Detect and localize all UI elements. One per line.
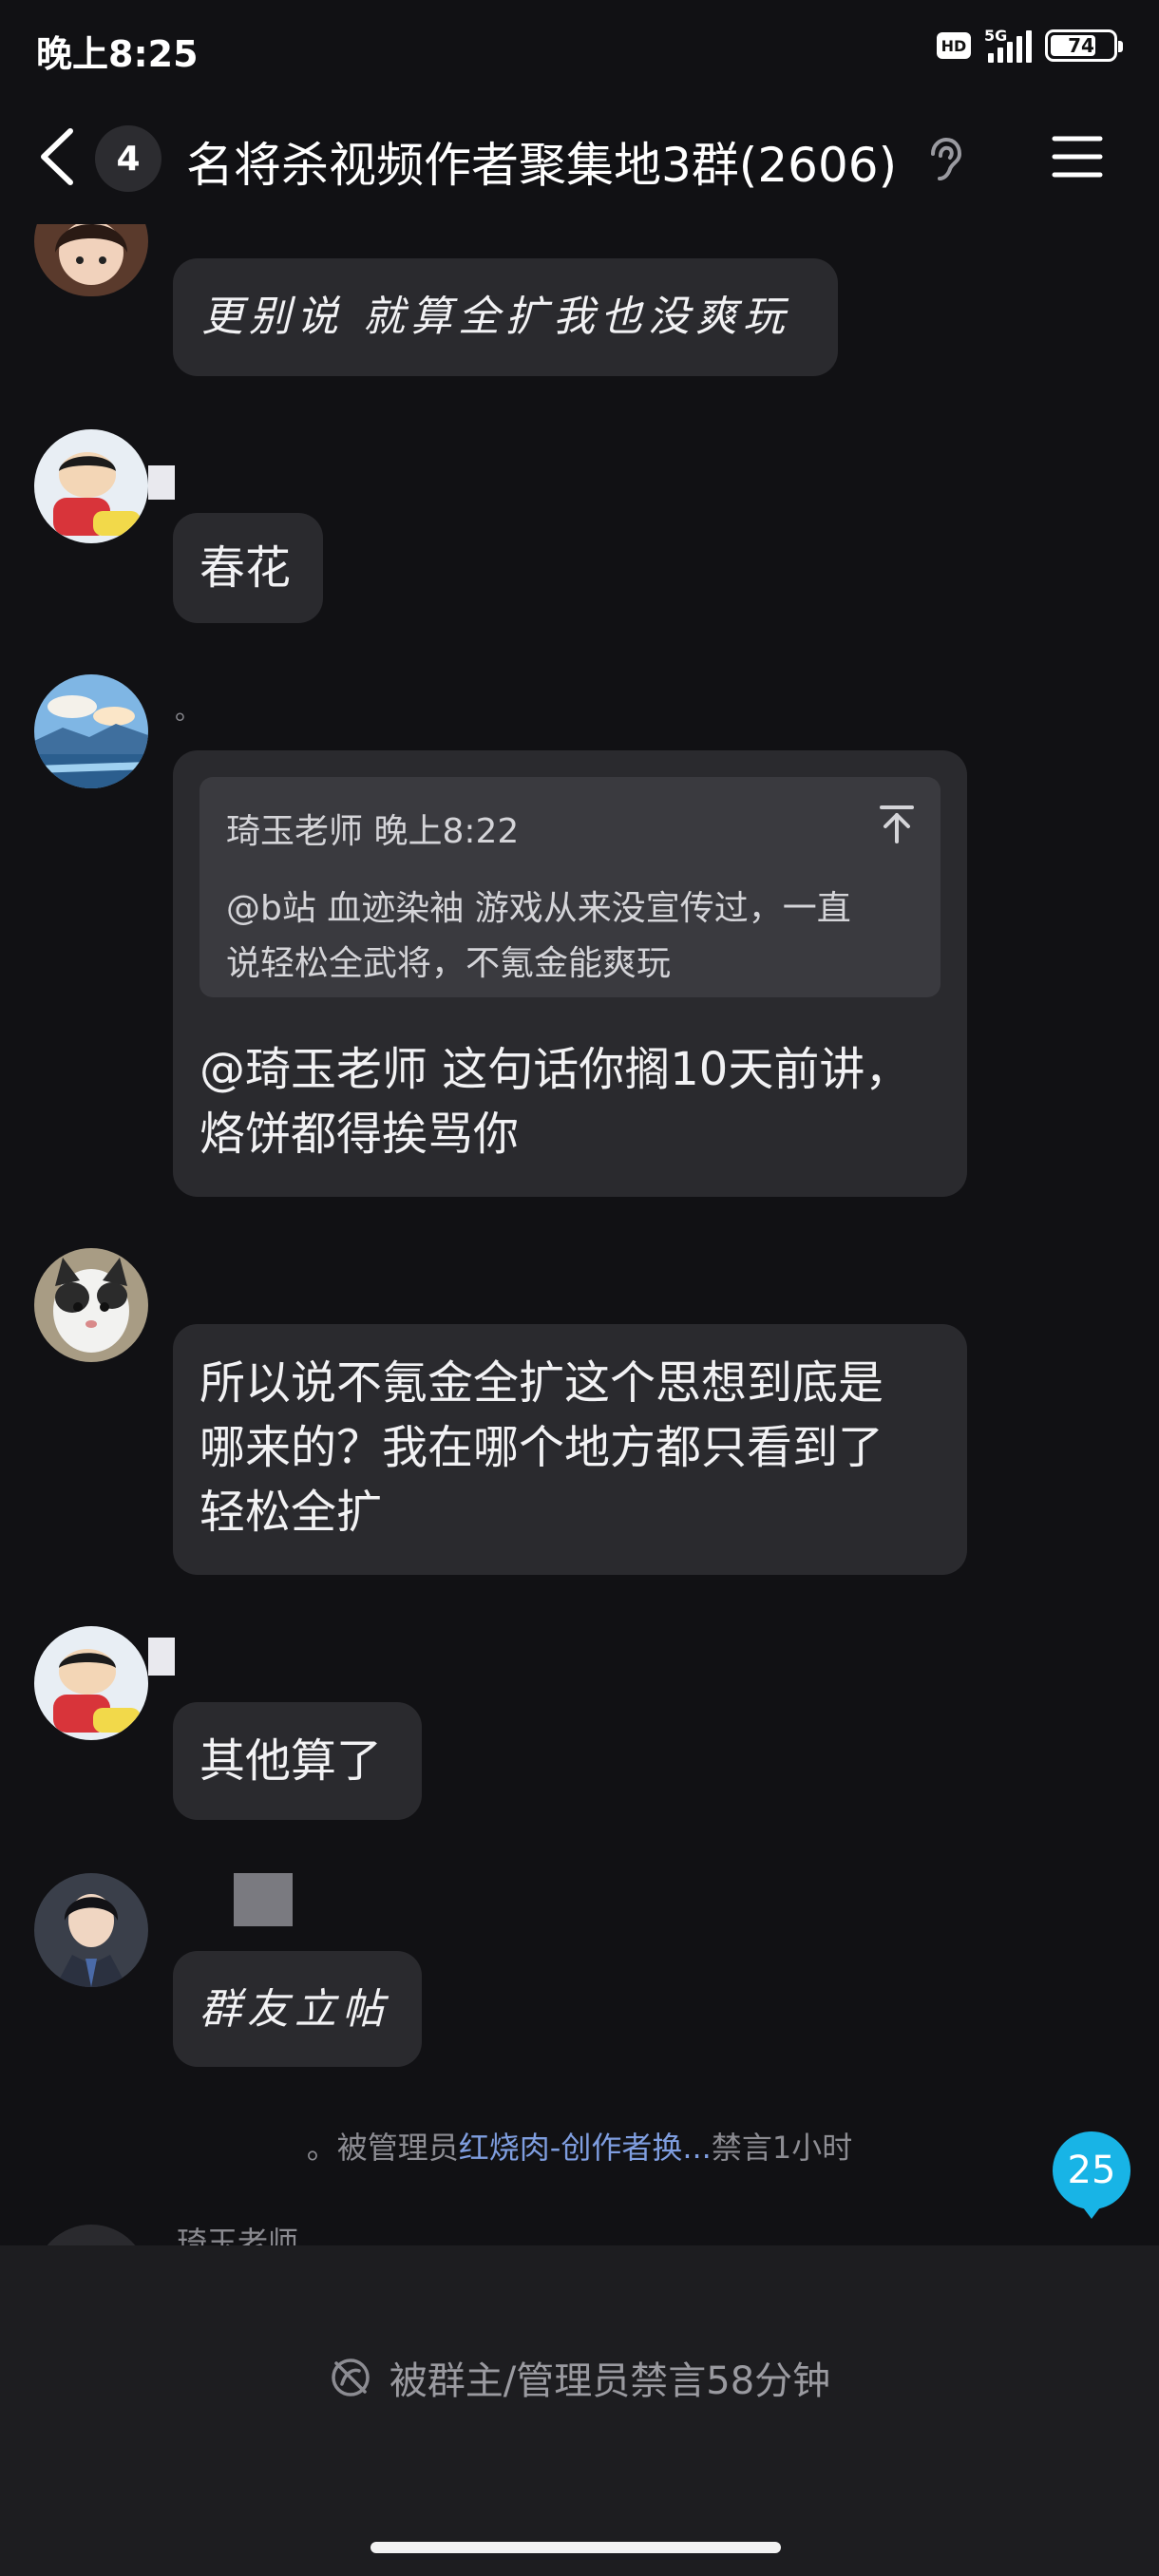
hearing-ear-icon[interactable]: [925, 137, 963, 182]
quote-line: 说轻松全武将，不氪金能爽玩: [226, 944, 672, 983]
message-line: 哪来的？我在哪个地方都只看到了: [200, 1421, 884, 1474]
message-text: 群友立帖: [200, 1985, 390, 2034]
avatar-anime-man[interactable]: [34, 1873, 148, 1987]
signal-bar: [1016, 36, 1022, 63]
status-time: 晚上8:25: [36, 33, 199, 75]
quote-line: @b站 血迹染袖 游戏从来没宣传过，一直: [226, 889, 851, 928]
quoted-message[interactable]: 琦玉老师 晚上8:22 @b站 血迹染袖 游戏从来没宣传过，一直 说轻松全武将，…: [200, 777, 940, 997]
chat-header: 4 名将杀视频作者聚集地3群(2606): [0, 104, 1159, 209]
message-text: 更别说 就算全扩我也没爽玩: [201, 293, 790, 341]
name-placeholder: [234, 1873, 293, 1926]
signal-bar: [988, 53, 994, 63]
status-bar: 晚上8:25 HD 5G 74: [0, 0, 1159, 95]
notice-prefix: 。被管理员: [306, 2130, 459, 2166]
menu-button[interactable]: [1051, 133, 1104, 180]
back-chevron-icon: [41, 128, 73, 185]
system-notice: 。被管理员红烧肉-创作者换...禁言1小时: [0, 2124, 1159, 2168]
mute-text: 被群主/管理员禁言58分钟: [389, 2359, 831, 2403]
message-line: 烙饼都得挨骂你: [200, 1108, 520, 1161]
battery-icon: 74: [1045, 29, 1123, 62]
home-indicator[interactable]: [370, 2542, 781, 2553]
partial-message: 琦玉老师: [34, 2225, 794, 2247]
mute-status: 被群主/管理员禁言58分钟: [0, 2350, 1159, 2405]
muted-icon: [332, 2358, 370, 2396]
message-line: 轻松全扩: [200, 1486, 383, 1539]
message-text: 其他算了: [200, 1734, 383, 1788]
avatar-decoration: [148, 1638, 175, 1676]
menu-icon: [1052, 136, 1103, 178]
back-button[interactable]: [34, 125, 82, 188]
message-text: 春花: [200, 541, 292, 595]
message-bubble[interactable]: 群友立帖: [173, 1951, 422, 2067]
quote-author-time: 琦玉老师 晚上8:22: [226, 812, 520, 851]
muted-input-panel: 被群主/管理员禁言58分钟: [0, 2245, 1159, 2576]
message-text: 所以说不氪金全扩这个思想到底是 哪来的？我在哪个地方都只看到了 轻松全扩: [200, 1351, 884, 1544]
message-bubble[interactable]: 所以说不氪金全扩这个思想到底是 哪来的？我在哪个地方都只看到了 轻松全扩: [173, 1324, 967, 1575]
message-bubble[interactable]: 更别说 就算全扩我也没爽玩: [173, 258, 838, 376]
battery-level: 74: [1068, 34, 1094, 57]
message-bubble[interactable]: 春花: [173, 513, 323, 623]
group-title[interactable]: 名将杀视频作者聚集地3群(2606): [186, 127, 897, 196]
status-icons: HD 5G 74: [937, 27, 1123, 63]
signal-bar: [1026, 30, 1032, 63]
new-message-count-button[interactable]: 25: [1053, 2131, 1130, 2219]
message-line: @琦玉老师 这句话你搁10天前讲，: [200, 1043, 911, 1096]
signal-icon: 5G: [984, 27, 1032, 63]
signal-bar: [998, 47, 1003, 63]
avatar-landscape[interactable]: [34, 674, 148, 788]
message-text: @琦玉老师 这句话你搁10天前讲， 烙饼都得挨骂你: [200, 1037, 910, 1166]
avatar[interactable]: [34, 2225, 148, 2247]
avatar-cat[interactable]: [34, 1248, 148, 1362]
network-type: 5G: [984, 27, 1008, 45]
admin-link[interactable]: 红烧肉-创作者换...: [459, 2130, 712, 2166]
quote-text: @b站 血迹染袖 游戏从来没宣传过，一直 说轻松全武将，不氪金能爽玩: [226, 881, 851, 992]
avatar-decoration: [148, 465, 175, 500]
avatar-crayon-shinchan[interactable]: [34, 429, 148, 543]
jump-to-original-icon[interactable]: [878, 804, 916, 845]
hd-icon: HD: [937, 32, 971, 59]
signal-bar: [1007, 42, 1013, 63]
chat-screen: 晚上8:25 HD 5G 74 4 名将杀视频作者聚集地3群(2606) 更别说…: [0, 0, 1159, 2576]
sender-name: 琦玉老师: [177, 2225, 299, 2247]
notice-suffix: 禁言1小时: [711, 2130, 853, 2166]
message-line: 所以说不氪金全扩这个思想到底是: [200, 1356, 884, 1410]
avatar-crayon-shinchan[interactable]: [34, 1626, 148, 1740]
reply-message-bubble[interactable]: 琦玉老师 晚上8:22 @b站 血迹染袖 游戏从来没宣传过，一直 说轻松全武将，…: [173, 750, 967, 1197]
unread-count-badge[interactable]: 4: [95, 125, 162, 192]
sender-name[interactable]: 。: [175, 690, 201, 728]
message-bubble[interactable]: 其他算了: [173, 1702, 422, 1820]
